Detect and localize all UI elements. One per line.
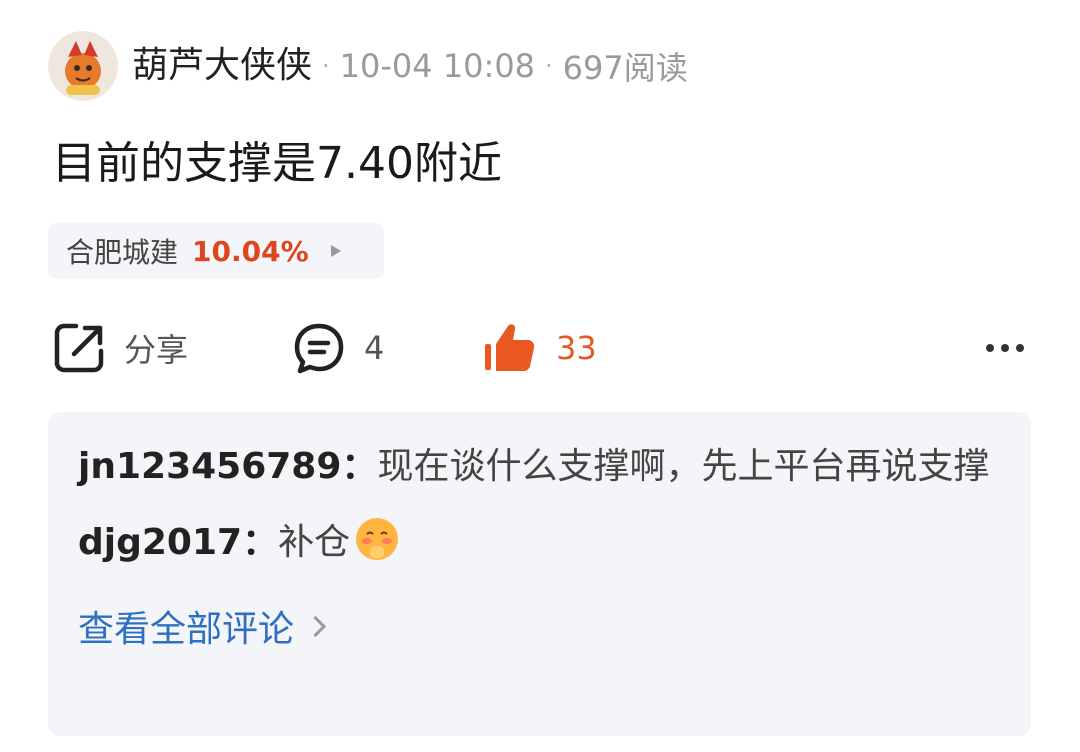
stock-tag[interactable]: 合肥城建 10.04% xyxy=(48,223,384,279)
post-date: 10-04 10:08 xyxy=(339,47,536,85)
more-dot xyxy=(1001,344,1009,352)
action-bar: 分享 4 33 xyxy=(52,318,1032,378)
separator-dot: · xyxy=(545,52,553,80)
comment-separator: ： xyxy=(341,446,378,487)
more-dot xyxy=(986,344,994,352)
comment-separator: ： xyxy=(242,522,279,563)
comment-count: 4 xyxy=(364,329,385,367)
more-dot xyxy=(1016,344,1024,352)
post-text: 目前的支撑是7.40附近 xyxy=(52,138,502,189)
comment-text: 补仓 xyxy=(278,522,351,563)
comment-text: 现在谈什么支撑啊，先上平台再说支撑 xyxy=(377,446,990,487)
read-count: 697阅读 xyxy=(562,49,688,87)
stock-change: 10.04% xyxy=(192,234,309,268)
avatar[interactable] xyxy=(48,31,118,101)
view-all-label: 查看全部评论 xyxy=(78,609,295,650)
comment-icon xyxy=(294,323,344,374)
share-button[interactable]: 分享 xyxy=(52,318,188,378)
like-button[interactable]: 33 xyxy=(482,318,597,378)
post-meta: · 10-04 10:08 · 697阅读 xyxy=(322,43,688,89)
comments-preview: jn123456789：现在谈什么支撑啊，先上平台再说支撑 djg2017：补仓… xyxy=(48,412,1031,736)
post-header: 葫芦大侠侠 · 10-04 10:08 · 697阅读 xyxy=(48,30,688,102)
view-all-comments-link[interactable]: 查看全部评论 xyxy=(78,600,1001,652)
comment-button[interactable]: 4 xyxy=(292,318,384,378)
stock-name: 合肥城建 xyxy=(66,236,179,269)
share-label: 分享 xyxy=(124,331,189,369)
author-name[interactable]: 葫芦大侠侠 xyxy=(132,48,312,84)
thumbs-up-icon xyxy=(485,324,535,371)
commenter-name[interactable]: djg2017 xyxy=(78,522,242,563)
separator-dot: · xyxy=(322,52,330,80)
commenter-name[interactable]: jn123456789 xyxy=(78,446,341,487)
comment-item[interactable]: jn123456789：现在谈什么支撑啊，先上平台再说支撑 xyxy=(78,438,1001,496)
blush-emoji xyxy=(354,516,400,580)
play-arrow-icon xyxy=(330,245,341,257)
post-card: 葫芦大侠侠 · 10-04 10:08 · 697阅读 目前的支撑是7.40附近… xyxy=(0,0,1080,752)
like-count: 33 xyxy=(556,329,597,367)
comment-item[interactable]: djg2017：补仓 xyxy=(78,514,1001,580)
more-icon[interactable] xyxy=(986,318,1024,378)
share-icon xyxy=(54,323,104,373)
chevron-right-icon xyxy=(304,615,327,637)
